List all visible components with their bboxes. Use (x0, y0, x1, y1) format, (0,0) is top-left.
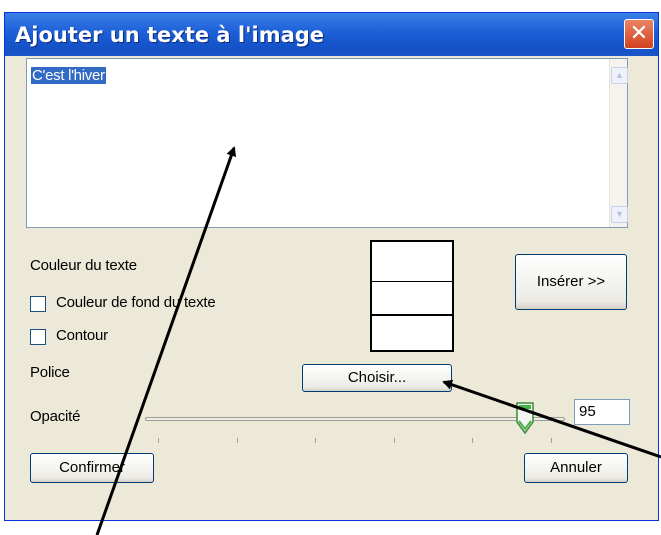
scroll-up-icon[interactable]: ▲ (611, 67, 628, 84)
confirm-button[interactable]: Confirmer (30, 453, 154, 483)
insert-button[interactable]: Insérer >> (515, 254, 627, 310)
choose-font-button[interactable]: Choisir... (302, 364, 452, 392)
slider-tick (236, 438, 238, 443)
bg-color-label: Couleur de fond du texte (56, 294, 216, 311)
slider-tick (393, 438, 395, 443)
opacity-value-field[interactable]: 95 (574, 399, 630, 425)
bg-color-checkbox[interactable] (30, 296, 46, 312)
text-color-swatch[interactable] (372, 242, 452, 282)
outline-label: Contour (56, 327, 108, 344)
text-input-area[interactable]: C'est l'hiver ▲ ▼ (26, 58, 628, 228)
color-swatch-group (370, 240, 454, 352)
opacity-slider-thumb[interactable] (516, 402, 534, 434)
vertical-scrollbar[interactable]: ▲ ▼ (609, 59, 628, 227)
slider-tick (315, 438, 317, 443)
bg-color-swatch[interactable] (372, 282, 452, 316)
outline-color-swatch[interactable] (372, 316, 452, 350)
cancel-button[interactable]: Annuler (524, 453, 628, 483)
font-label: Police (30, 364, 70, 381)
slider-tick (472, 438, 474, 443)
slider-tick (158, 438, 159, 443)
opacity-label: Opacité (30, 408, 81, 425)
close-icon[interactable]: ✕ (624, 19, 654, 49)
title-bar[interactable]: Ajouter un texte à l'image ✕ (5, 13, 658, 56)
text-input-value: C'est l'hiver (31, 67, 106, 84)
slider-tick (551, 438, 552, 443)
dialog-title: Ajouter un texte à l'image (15, 23, 325, 47)
opacity-slider-track[interactable] (145, 417, 565, 421)
scroll-down-icon[interactable]: ▼ (611, 206, 628, 223)
text-color-label: Couleur du texte (30, 257, 137, 274)
outline-checkbox[interactable] (30, 329, 46, 345)
